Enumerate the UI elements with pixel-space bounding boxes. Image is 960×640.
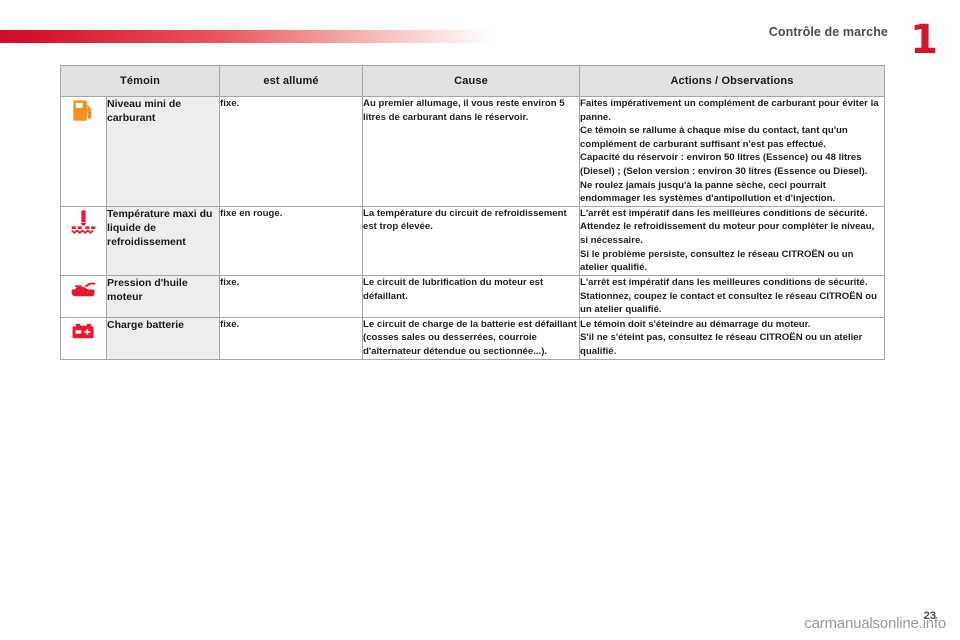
column-header-actions: Actions / Observations xyxy=(579,65,886,97)
warning-light-actions: L'arrêt est impératif dans les meilleure… xyxy=(579,205,886,276)
action-line: Si le problème persiste, consultez le ré… xyxy=(580,248,854,274)
chapter-tab: 1 xyxy=(906,18,942,66)
page-number: 23 xyxy=(923,610,936,622)
table-row: Température maxi du liquide de refroidis… xyxy=(60,205,886,276)
warning-light-actions: L'arrêt est impératif dans les meilleure… xyxy=(579,274,886,318)
oil-pressure-icon xyxy=(70,276,97,303)
warning-light-name: Température maxi du liquide de refroidis… xyxy=(105,205,221,276)
action-line: Le témoin doit s'éteindre au démarrage d… xyxy=(580,318,811,330)
warning-light-name: Niveau mini de carburant xyxy=(105,96,221,207)
warning-light-state: fixe en rouge. xyxy=(219,205,364,276)
action-line: S'il ne s'éteint pas, consultez le résea… xyxy=(580,332,863,357)
warning-light-icon-cell xyxy=(60,274,107,318)
warning-light-actions: Le témoin doit s'éteindre au démarrage d… xyxy=(579,316,886,360)
warning-light-state: fixe. xyxy=(219,316,364,360)
warning-light-name: Charge batterie xyxy=(105,316,221,360)
warning-lights-table-container: Témoin est allumé Cause Actions / Observ… xyxy=(59,65,886,360)
warning-light-cause: La température du circuit de refroidisse… xyxy=(362,205,581,276)
chapter-number: 1 xyxy=(910,17,938,63)
warning-light-cause: Au premier allumage, il vous reste envir… xyxy=(362,96,581,207)
battery-charge-icon xyxy=(70,318,97,345)
action-line: Capacité du réservoir : environ 50 litre… xyxy=(580,152,868,178)
header-accent-bar xyxy=(0,30,490,43)
column-header-temoin: Témoin xyxy=(59,65,221,97)
table-body: Niveau mini de carburant fixe. Au premier … xyxy=(60,96,886,360)
warning-lights-table: Témoin est allumé Cause Actions / Observ… xyxy=(59,65,886,360)
action-line: Faites impérativement un complément de c… xyxy=(580,98,879,123)
action-line: L'arrêt est impératif dans les meilleure… xyxy=(580,276,868,288)
warning-light-icon-cell xyxy=(60,96,107,207)
warning-light-icon-cell xyxy=(60,205,107,276)
section-title: Contrôle de marche xyxy=(768,25,888,39)
table-row: Niveau mini de carburant fixe. Au premier … xyxy=(60,96,886,207)
table-row: Charge batterie fixe. Le circuit de charge… xyxy=(60,316,886,360)
column-header-est-allume: est allumé xyxy=(219,65,364,97)
warning-light-name: Pression d'huile moteur xyxy=(105,274,221,318)
coolant-temperature-icon xyxy=(70,207,97,234)
action-line: Ne roulez jamais jusqu'à la panne sèche,… xyxy=(580,179,836,205)
column-header-cause: Cause xyxy=(362,65,581,97)
warning-light-cause: Le circuit de lubrification du moteur es… xyxy=(362,274,581,318)
fuel-pump-icon xyxy=(70,97,97,124)
action-line: Stationnez, coupez le contact et consult… xyxy=(580,290,877,316)
warning-light-actions: Faites impérativement un complément de c… xyxy=(579,96,886,207)
warning-light-state: fixe. xyxy=(219,274,364,318)
warning-light-icon-cell xyxy=(60,316,107,360)
action-line: Ce témoin se rallume à chaque mise du co… xyxy=(580,125,848,150)
action-line: Attendez le refroidissement du moteur po… xyxy=(580,221,875,247)
warning-light-state: fixe. xyxy=(219,96,364,207)
warning-light-cause: Le circuit de charge de la batterie est … xyxy=(362,316,581,360)
table-header-row: Témoin est allumé Cause Actions / Observ… xyxy=(59,65,886,97)
table-row: Pression d'huile moteur fixe. Le circuit d… xyxy=(60,274,886,318)
action-line: L'arrêt est impératif dans les meilleure… xyxy=(580,207,868,219)
